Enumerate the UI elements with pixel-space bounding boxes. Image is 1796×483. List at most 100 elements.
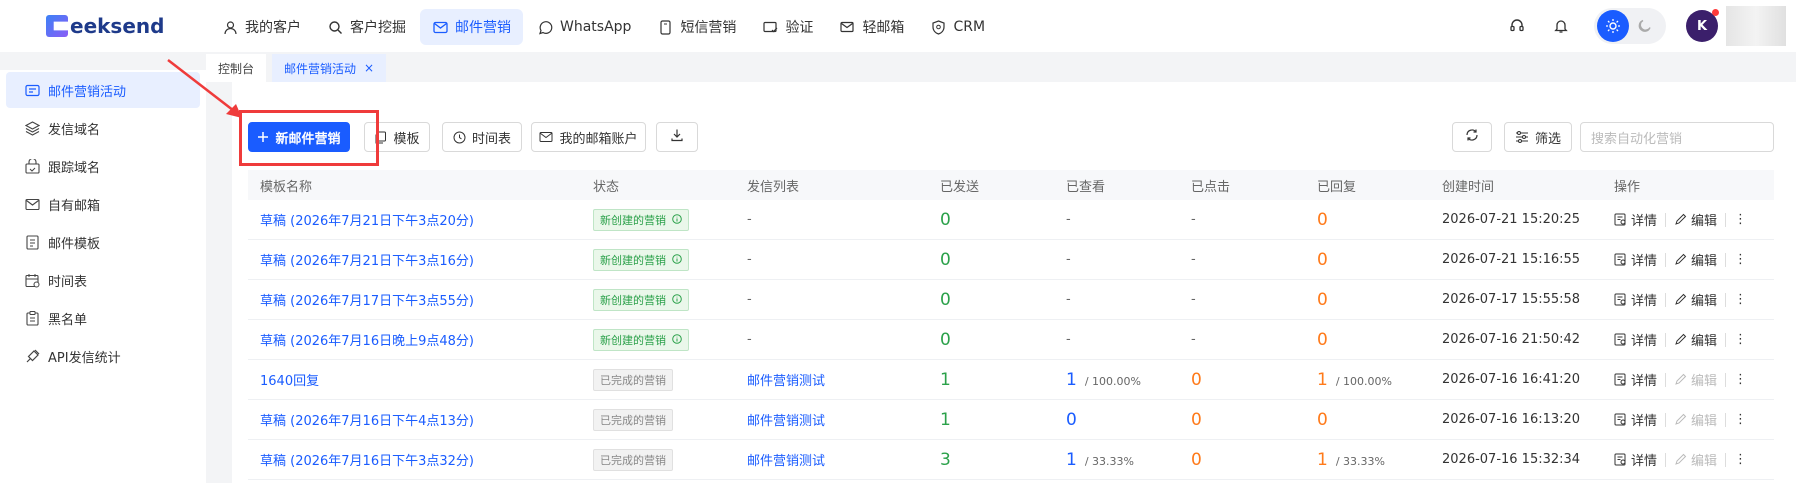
search-input[interactable]: 搜索自动化营销 bbox=[1580, 122, 1774, 152]
campaign-name-link[interactable]: 草稿 (2026年7月21日下午3点16分) bbox=[260, 254, 474, 269]
replied-cell: 0 bbox=[1305, 330, 1430, 350]
nav-item-verify[interactable]: 验证 bbox=[750, 9, 825, 45]
info-icon[interactable] bbox=[672, 293, 682, 307]
edit-button[interactable]: 编辑 bbox=[1674, 250, 1717, 269]
nav-item-sms[interactable]: 短信营销 bbox=[645, 9, 748, 45]
send-list-value[interactable]: 邮件营销测试 bbox=[747, 414, 825, 429]
sidebar-item-blacklist[interactable]: 黑名单 bbox=[6, 300, 200, 336]
sent-count: 0 bbox=[940, 289, 951, 310]
my-mail-accounts-button[interactable]: 我的邮箱账户 bbox=[531, 122, 646, 152]
more-options-icon[interactable]: ⋮ bbox=[1734, 412, 1747, 427]
replied-count: 0 bbox=[1317, 209, 1328, 230]
clicked-count: 0 bbox=[1191, 449, 1202, 470]
filter-button[interactable]: 筛选 bbox=[1504, 122, 1572, 152]
clicked-cell: - bbox=[1179, 252, 1305, 267]
edit-button[interactable]: 编辑 bbox=[1674, 330, 1717, 349]
more-options-icon[interactable]: ⋮ bbox=[1734, 292, 1747, 307]
send-list-value: - bbox=[747, 332, 752, 347]
status-badge: 已完成的营销 bbox=[593, 368, 673, 391]
detail-label: 详情 bbox=[1631, 254, 1658, 269]
sidebar-item-api[interactable]: API发信统计 bbox=[6, 338, 200, 374]
toolbar: 新邮件营销 模板 时间表 我的邮箱账户 筛选 搜索自动化营销 bbox=[248, 122, 1774, 152]
sidebar-item-calendar[interactable]: 时间表 bbox=[6, 262, 200, 298]
more-options-icon[interactable]: ⋮ bbox=[1734, 212, 1747, 227]
row-actions: 详情 编辑 ⋮ bbox=[1614, 370, 1774, 389]
pencil-icon bbox=[1674, 253, 1687, 266]
info-icon[interactable] bbox=[672, 253, 682, 267]
detail-icon bbox=[1614, 453, 1627, 466]
detail-button[interactable]: 详情 bbox=[1614, 210, 1657, 229]
detail-button[interactable]: 详情 bbox=[1614, 450, 1657, 469]
geeksend-logo[interactable]: eeksend bbox=[46, 14, 164, 38]
more-options-icon[interactable]: ⋮ bbox=[1734, 452, 1747, 467]
clicked-count: - bbox=[1191, 332, 1196, 347]
sun-icon[interactable] bbox=[1597, 10, 1629, 42]
page-tab[interactable]: 邮件营销活动 × bbox=[272, 54, 387, 82]
detail-label: 详情 bbox=[1631, 414, 1658, 429]
more-options-icon[interactable]: ⋮ bbox=[1734, 332, 1747, 347]
edit-button[interactable]: 编辑 bbox=[1674, 210, 1717, 229]
status-badge: 新创建的营销 bbox=[593, 208, 689, 231]
divider bbox=[1725, 332, 1727, 347]
table-row: 草稿 (2026年7月21日下午3点16分) 新创建的营销 - 0 - - 0 2026-07… bbox=[248, 240, 1774, 280]
download-button[interactable] bbox=[656, 122, 698, 152]
actions-cell: 详情 编辑 ⋮ bbox=[1602, 450, 1774, 469]
logo-mark-icon bbox=[46, 15, 68, 37]
actions-cell: 详情 编辑 ⋮ bbox=[1602, 330, 1774, 349]
created-time: 2026-07-16 16:41:20 bbox=[1442, 372, 1581, 387]
campaign-name-link[interactable]: 草稿 (2026年7月16日下午4点13分) bbox=[260, 414, 474, 429]
sent-cell: 0 bbox=[928, 210, 1054, 230]
created-time-cell: 2026-07-16 16:13:20 bbox=[1430, 412, 1602, 427]
sidebar-item-label: 黑名单 bbox=[48, 312, 88, 328]
moon-icon[interactable] bbox=[1629, 10, 1661, 42]
refresh-button[interactable] bbox=[1452, 122, 1492, 152]
replied-cell: 0 bbox=[1305, 250, 1430, 270]
send-list-value[interactable]: 邮件营销测试 bbox=[747, 454, 825, 469]
edit-label: 编辑 bbox=[1691, 414, 1718, 429]
actions-cell: 详情 编辑 ⋮ bbox=[1602, 250, 1774, 269]
nav-item-crm[interactable]: CRM bbox=[918, 9, 997, 45]
divider bbox=[1665, 252, 1667, 267]
nav-item-label: 验证 bbox=[785, 20, 814, 36]
table-row: 草稿 (2026年7月21日下午3点20分) 新创建的营销 - 0 - - 0 2026-07… bbox=[248, 200, 1774, 240]
avatar[interactable]: K bbox=[1686, 9, 1719, 42]
close-tab-icon[interactable]: × bbox=[364, 61, 374, 75]
edit-button: 编辑 bbox=[1674, 370, 1717, 389]
divider bbox=[1725, 252, 1727, 267]
detail-icon bbox=[1614, 333, 1627, 346]
clicked-count: - bbox=[1191, 292, 1196, 307]
row-actions: 详情 编辑 ⋮ bbox=[1614, 210, 1774, 229]
nav-item-light-mail[interactable]: 轻邮箱 bbox=[827, 9, 916, 45]
status-cell: 已完成的营销 bbox=[581, 368, 735, 391]
info-icon[interactable] bbox=[672, 333, 682, 347]
campaign-name-link[interactable]: 草稿 (2026年7月17日下午3点55分) bbox=[260, 294, 474, 309]
campaign-name-link[interactable]: 草稿 (2026年7月16日下午3点32分) bbox=[260, 454, 474, 469]
nav-item-whatsapp[interactable]: WhatsApp bbox=[525, 9, 643, 45]
send-list-value[interactable]: 邮件营销测试 bbox=[747, 374, 825, 389]
nav-item-search[interactable]: 客户挖掘 bbox=[315, 9, 418, 45]
detail-button[interactable]: 详情 bbox=[1614, 330, 1657, 349]
sent-cell: 0 bbox=[928, 250, 1054, 270]
detail-button[interactable]: 详情 bbox=[1614, 250, 1657, 269]
sidebar-item-own-mailbox[interactable]: 自有邮箱 bbox=[6, 186, 200, 222]
more-options-icon[interactable]: ⋮ bbox=[1734, 372, 1747, 387]
more-options-icon[interactable]: ⋮ bbox=[1734, 252, 1747, 267]
campaign-name-link[interactable]: 1640回复 bbox=[260, 374, 319, 389]
edit-button[interactable]: 编辑 bbox=[1674, 290, 1717, 309]
nav-item-mail[interactable]: 邮件营销 bbox=[420, 9, 523, 45]
replied-count: 0 bbox=[1317, 329, 1328, 350]
status-badge: 新创建的营销 bbox=[593, 248, 689, 271]
detail-button[interactable]: 详情 bbox=[1614, 410, 1657, 429]
sidebar-item-track-domain[interactable]: 跟踪域名 bbox=[6, 148, 200, 184]
info-icon[interactable] bbox=[672, 213, 682, 227]
theme-toggle[interactable] bbox=[1594, 8, 1666, 44]
nav-item-user[interactable]: 我的客户 bbox=[210, 9, 313, 45]
bell-notification-icon[interactable] bbox=[1550, 15, 1572, 37]
campaign-name-link[interactable]: 草稿 (2026年7月16日晚上9点48分) bbox=[260, 334, 474, 349]
detail-button[interactable]: 详情 bbox=[1614, 290, 1657, 309]
headset-support-icon[interactable] bbox=[1506, 15, 1528, 37]
sidebar-item-template[interactable]: 邮件模板 bbox=[6, 224, 200, 260]
detail-button[interactable]: 详情 bbox=[1614, 370, 1657, 389]
campaign-name-link[interactable]: 草稿 (2026年7月21日下午3点20分) bbox=[260, 214, 474, 229]
schedule-button[interactable]: 时间表 bbox=[442, 122, 522, 152]
